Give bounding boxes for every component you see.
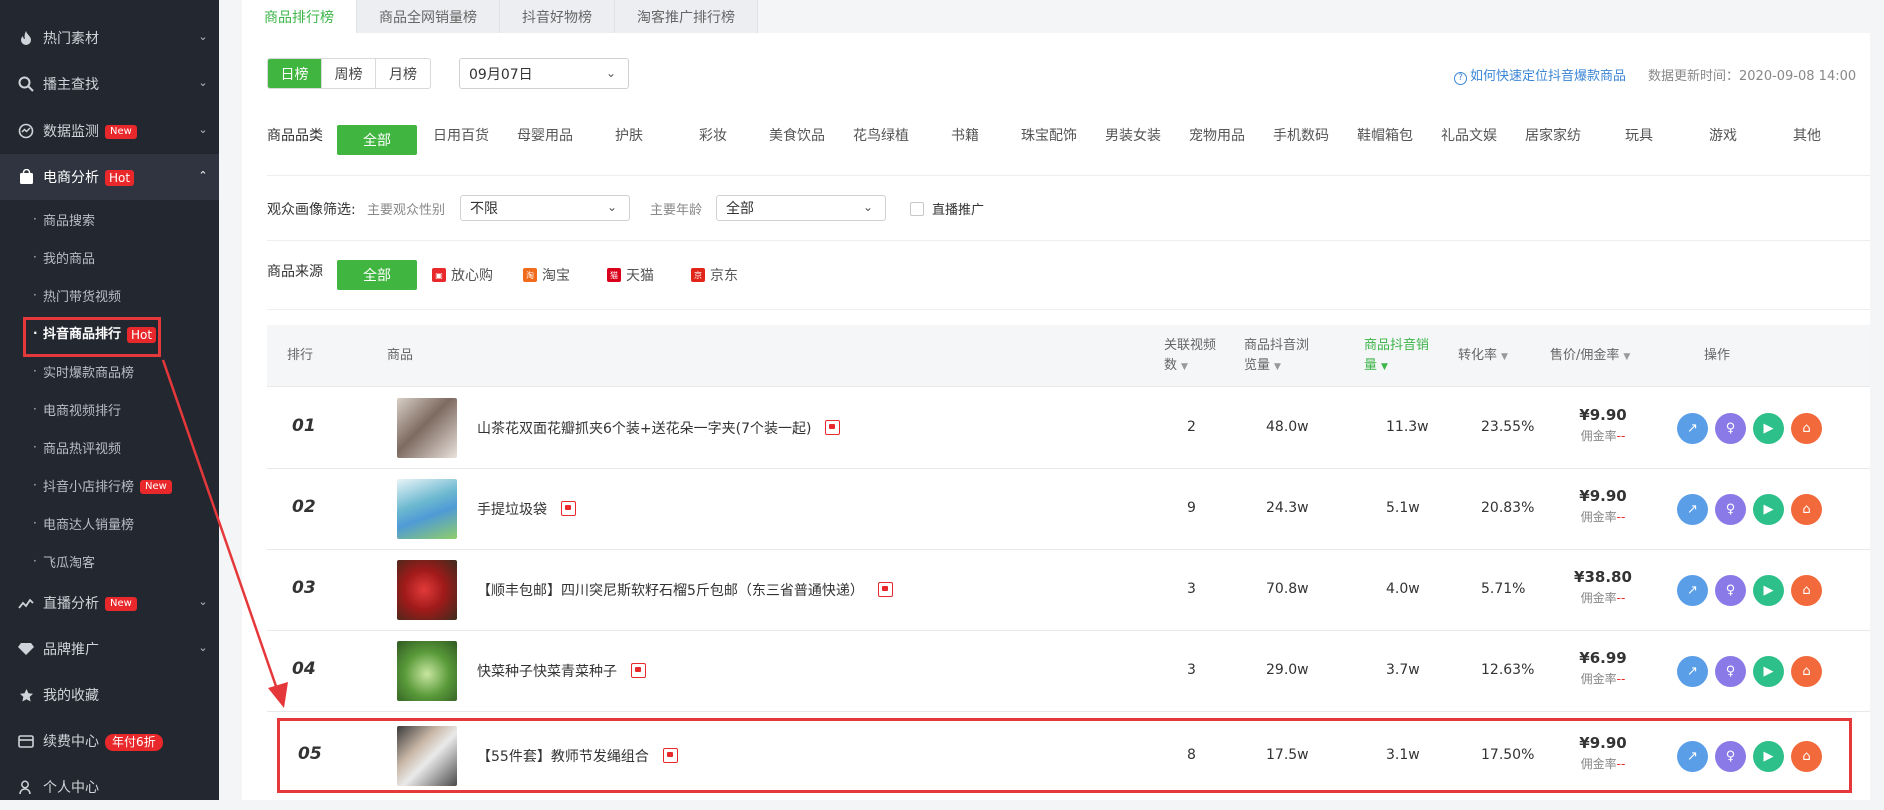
date-select[interactable]: 09月07日 ⌄ [459, 58, 629, 89]
update-time: 数据更新时间：2020-09-08 14:00 [1648, 69, 1857, 84]
chevron-up-icon: ⌃ [198, 169, 208, 182]
category-other[interactable]: 其他 [1793, 125, 1821, 145]
source-tmall[interactable]: 猫天猫 [607, 265, 654, 285]
discount-badge: 年付6折 [105, 733, 163, 751]
highlight-box-sidebar [23, 317, 161, 357]
checkbox[interactable] [910, 201, 924, 216]
chevron-down-icon: ⌄ [198, 76, 208, 89]
tab-douyin-good-things[interactable]: 抖音好物榜 [500, 0, 615, 33]
nav-brand-promotion[interactable]: 品牌推广 ⌄ [0, 626, 219, 672]
category-makeup[interactable]: 彩妆 [699, 125, 727, 145]
hot-badge: Hot [105, 170, 135, 186]
new-badge: New [140, 480, 172, 494]
category-gifts[interactable]: 礼品文娱 [1441, 125, 1497, 145]
age-select[interactable]: 全部 ⌄ [716, 195, 886, 221]
sub-product-review-videos[interactable]: · 商品热评视频 [0, 428, 219, 466]
divider [267, 240, 1870, 241]
category-toys[interactable]: 玩具 [1625, 125, 1653, 145]
tab-taoke-rank[interactable]: 淘客推广排行榜 [615, 0, 758, 33]
source-label: 商品来源 [267, 264, 323, 280]
source-all-button[interactable]: 全部 [337, 260, 417, 290]
category-shoes-bags[interactable]: 鞋帽箱包 [1357, 125, 1413, 145]
category-skincare[interactable]: 护肤 [615, 125, 643, 145]
content-card: 日榜 周榜 月榜 09月07日 ⌄ ? 如何快速定位抖音爆款商品 数据更新时间：2… [242, 33, 1870, 800]
sub-feigua-taoke[interactable]: · 飞瓜淘客 [0, 542, 219, 580]
category-label: 商品品类 [267, 128, 323, 144]
nav-data-monitor[interactable]: 数据监测 New ⌄ [0, 108, 219, 154]
shopping-bag-icon [17, 168, 35, 186]
taobao-icon: 淘 [523, 268, 537, 282]
sub-douyin-shop-rank[interactable]: · 抖音小店排行榜 New [0, 466, 219, 504]
flame-icon [17, 29, 35, 47]
main-content: 商品排行榜 商品全网销量榜 抖音好物榜 淘客推广排行榜 日榜 周榜 月榜 09月… [242, 0, 1870, 800]
divider [267, 175, 1870, 176]
category-books[interactable]: 书籍 [951, 125, 979, 145]
nav-hot-materials[interactable]: 热门素材 ⌄ [0, 15, 219, 61]
category-jewelry[interactable]: 珠宝配饰 [1021, 125, 1077, 145]
chevron-down-icon: ⌄ [198, 123, 208, 136]
chevron-down-icon: ⌄ [605, 66, 616, 80]
live-chart-icon [17, 594, 35, 612]
chevron-down-icon: ⌄ [198, 30, 208, 43]
nav-live-analysis[interactable]: 直播分析 New ⌄ [0, 580, 219, 626]
tab-product-rank[interactable]: 商品排行榜 [242, 0, 357, 33]
audience-label: 观众画像筛选: [267, 202, 356, 218]
category-all-button[interactable]: 全部 [337, 125, 417, 155]
question-icon: ? [1454, 72, 1467, 85]
user-icon [17, 778, 35, 796]
search-icon [17, 75, 35, 93]
category-baby[interactable]: 母婴用品 [517, 125, 573, 145]
sidebar: 热门素材 ⌄ 播主查找 ⌄ 数据监测 New ⌄ 电商分析 Hot ⌃ · 商品搜索 … [0, 0, 219, 800]
jd-icon: 京 [691, 268, 705, 282]
star-icon [17, 686, 35, 704]
category-digital[interactable]: 手机数码 [1273, 125, 1329, 145]
period-switch: 日榜 周榜 月榜 [267, 58, 431, 89]
chevron-down-icon: ⌄ [862, 200, 873, 214]
chevron-down-icon: ⌄ [606, 200, 617, 214]
tab-bar: 商品排行榜 商品全网销量榜 抖音好物榜 淘客推广排行榜 [242, 0, 758, 33]
sub-product-search[interactable]: · 商品搜索 [0, 200, 219, 238]
category-plants[interactable]: 花鸟绿植 [853, 125, 909, 145]
divider [267, 309, 1870, 310]
new-badge: New [105, 597, 137, 611]
tab-network-sales[interactable]: 商品全网销量榜 [357, 0, 500, 33]
nav-my-favorites[interactable]: 我的收藏 [0, 672, 219, 718]
monitor-icon [17, 122, 35, 140]
gender-label: 主要观众性别 [367, 203, 446, 218]
sub-realtime-hot-list[interactable]: · 实时爆款商品榜 [0, 352, 219, 390]
category-clothing[interactable]: 男装女装 [1105, 125, 1161, 145]
help-link[interactable]: ? 如何快速定位抖音爆款商品 [1454, 65, 1626, 85]
sub-ecommerce-video-rank[interactable]: · 电商视频排行 [0, 390, 219, 428]
diamond-icon [17, 640, 35, 658]
period-monthly-button[interactable]: 月榜 [376, 59, 430, 88]
category-daily-goods[interactable]: 日用百货 [433, 125, 489, 145]
nav-renewal-center[interactable]: 续费中心 年付6折 [0, 718, 219, 764]
gender-select[interactable]: 不限 ⌄ [460, 195, 630, 221]
category-food[interactable]: 美食饮品 [769, 125, 825, 145]
category-games[interactable]: 游戏 [1709, 125, 1737, 145]
nav-ecommerce-analysis[interactable]: 电商分析 Hot ⌃ [0, 154, 219, 200]
fangxingou-icon: ▣ [432, 268, 446, 282]
sub-ecommerce-talent-sales[interactable]: · 电商达人销量榜 [0, 504, 219, 542]
nav-streamer-search[interactable]: 播主查找 ⌄ [0, 61, 219, 107]
new-badge: New [105, 125, 137, 139]
tmall-icon: 猫 [607, 268, 621, 282]
source-fangxingou[interactable]: ▣ 放心购 [432, 265, 493, 285]
sub-my-products[interactable]: · 我的商品 [0, 238, 219, 276]
source-taobao[interactable]: 淘淘宝 [523, 265, 570, 285]
category-home[interactable]: 居家家纺 [1525, 125, 1581, 145]
live-promo-checkbox[interactable]: 直播推广 [910, 199, 984, 218]
chevron-down-icon: ⌄ [198, 595, 208, 608]
chevron-down-icon: ⌄ [198, 641, 208, 654]
sub-hot-selling-videos[interactable]: · 热门带货视频 [0, 276, 219, 314]
nav-personal-center[interactable]: 个人中心 [0, 764, 219, 810]
source-jd[interactable]: 京京东 [691, 265, 738, 285]
period-weekly-button[interactable]: 周榜 [322, 59, 376, 88]
category-pets[interactable]: 宠物用品 [1189, 125, 1245, 145]
highlight-box-row [277, 718, 1852, 793]
period-daily-button[interactable]: 日榜 [268, 59, 322, 88]
card-icon [17, 732, 35, 750]
age-label: 主要年龄 [650, 203, 703, 218]
